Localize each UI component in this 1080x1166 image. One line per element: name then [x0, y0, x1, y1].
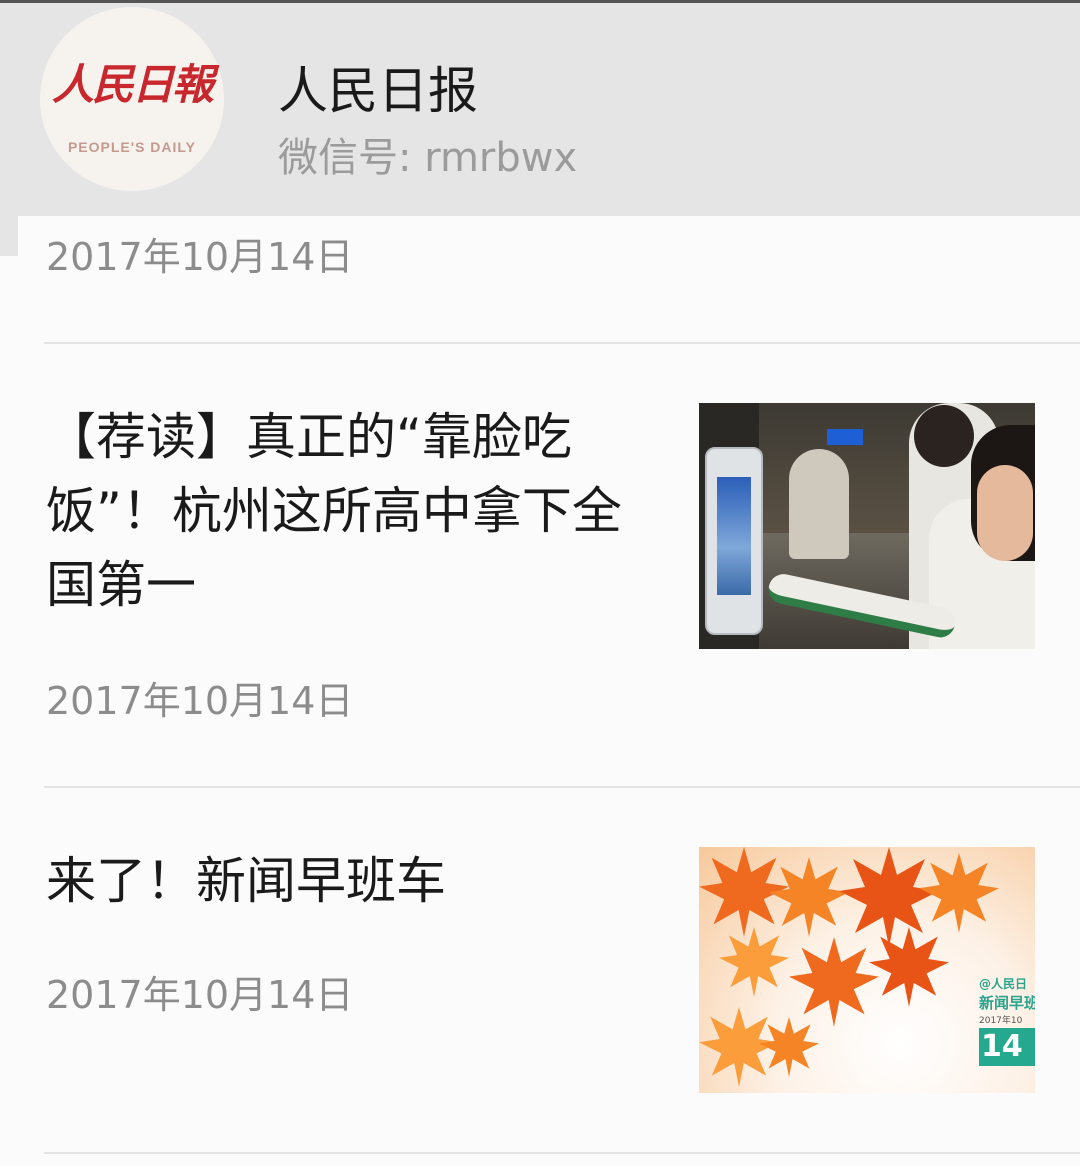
article-date: 2017年10月14日 — [46, 679, 354, 723]
face-pay-screen — [717, 477, 751, 595]
avatar[interactable]: 人民日報 PEOPLE'S DAILY — [40, 7, 224, 191]
maple-leaf — [759, 1017, 819, 1077]
news-badge-day: 14 — [979, 1028, 1035, 1066]
news-badge-handle: @人民日 — [979, 977, 1028, 991]
maple-leaf — [769, 857, 849, 937]
header-edge — [0, 216, 18, 256]
article-thumbnail-maple[interactable]: @人民日 新闻早班 2017年10 14 — [699, 847, 1035, 1093]
canteen-sign — [827, 429, 863, 445]
article-date: 2017年10月14日 — [46, 235, 354, 279]
wechat-id: 微信号: rmrbwx — [278, 125, 577, 183]
student-head — [914, 405, 974, 467]
peoples-daily-logo: 人民日報 — [51, 60, 214, 109]
maple-leaf — [789, 937, 879, 1027]
news-badge: @人民日 新闻早班 2017年10 14 — [979, 975, 1035, 1066]
account-header[interactable]: 人民日報 PEOPLE'S DAILY 人民日报 微信号: rmrbwx — [0, 0, 1080, 216]
news-badge-date: 2017年10 — [979, 1016, 1023, 1026]
divider — [44, 1152, 1080, 1154]
news-badge-name: 新闻早班 — [979, 994, 1035, 1012]
girl-face — [977, 465, 1033, 561]
wechat-id-value: rmrbwx — [424, 135, 578, 181]
divider — [44, 786, 1080, 788]
article-title[interactable]: 【荐读】真正的“靠脸吃饭”！杭州这所高中拿下全国第一 — [46, 400, 626, 622]
maple-leaf — [869, 927, 949, 1007]
article-list-page: 人民日報 PEOPLE'S DAILY 人民日报 微信号: rmrbwx 201… — [0, 0, 1080, 1166]
maple-leaf — [719, 927, 789, 997]
maple-leaf — [919, 853, 999, 933]
face-pay-device — [705, 447, 763, 635]
article-title[interactable]: 来了！新闻早班车 — [46, 844, 626, 918]
article-date: 2017年10月14日 — [46, 973, 354, 1017]
canteen-worker — [789, 449, 849, 559]
wechat-id-label: 微信号: — [278, 135, 412, 181]
article-thumbnail-canteen[interactable] — [699, 403, 1035, 649]
maple-leaf — [839, 847, 939, 947]
account-name: 人民日报 — [278, 62, 478, 120]
peoples-daily-logo-english: PEOPLE'S DAILY — [67, 139, 197, 155]
divider — [44, 342, 1080, 344]
